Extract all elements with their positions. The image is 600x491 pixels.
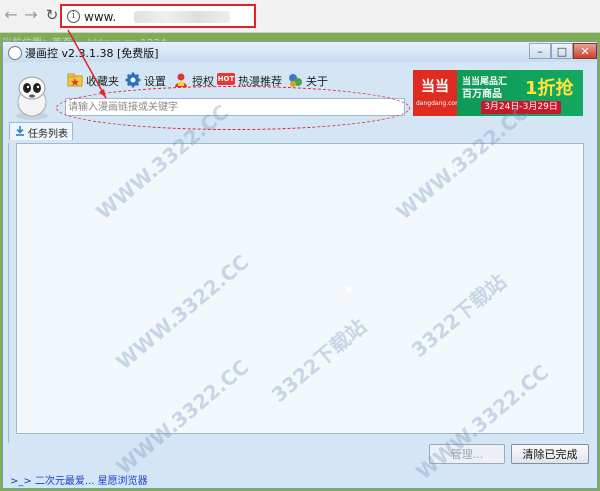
- search-field[interactable]: [65, 98, 405, 116]
- address-text: www.: [84, 10, 117, 24]
- about-label: 关于: [306, 75, 328, 88]
- ad-logo-text: dangdang.com: [416, 100, 461, 107]
- close-button[interactable]: ✕: [573, 43, 597, 59]
- manage-button[interactable]: 管理...: [429, 444, 505, 464]
- promo-link[interactable]: >_> 二次元最爱... 星愿浏览器: [10, 472, 148, 487]
- ad-line2: 百万商品: [462, 89, 502, 100]
- info-icon[interactable]: i: [67, 10, 80, 23]
- favorites-label: 收藏夹: [86, 75, 119, 88]
- folder-star-icon: [67, 73, 83, 87]
- title-bar[interactable]: 漫画控 v2.3.1.38 [免费版] – □ ✕: [3, 42, 597, 62]
- ad-promo: 当当尾品汇 百万商品 1折抢 3月24日-3月29日: [457, 70, 583, 116]
- ad-logo: 当当 dangdang.com: [413, 70, 461, 116]
- address-bar[interactable]: i www.: [60, 4, 256, 28]
- task-list-panel[interactable]: [16, 143, 584, 434]
- vip-user-icon: [175, 73, 187, 87]
- clear-completed-button[interactable]: 清除已完成: [511, 444, 589, 464]
- tab-task-list[interactable]: 任务列表: [9, 122, 73, 140]
- ad-banner[interactable]: 当当 dangdang.com 当当尾品汇 百万商品 1折抢 3月24日-3月2…: [413, 70, 583, 116]
- mascot-logo-icon: [16, 76, 48, 120]
- browser-toolbar: ← → ↻ i www.: [0, 0, 600, 33]
- address-blurred-region: [134, 11, 230, 23]
- license-label: 授权: [192, 75, 214, 88]
- tab-task-list-label: 任务列表: [28, 129, 68, 140]
- hot-badge-icon: HOT: [217, 73, 235, 85]
- hot-comics-label: 热漫推荐: [238, 75, 282, 88]
- settings-button[interactable]: 设置: [125, 70, 171, 90]
- ad-big-text: 1折抢: [525, 78, 574, 99]
- about-icon: [289, 74, 302, 87]
- reload-icon[interactable]: ↻: [43, 6, 61, 24]
- window-title: 漫画控 v2.3.1.38 [免费版]: [25, 47, 159, 60]
- license-button[interactable]: 授权: [173, 70, 219, 90]
- forward-arrow-icon[interactable]: →: [22, 6, 40, 24]
- favorites-button[interactable]: 收藏夹: [67, 70, 125, 90]
- download-icon: [16, 126, 24, 136]
- gear-icon: [125, 72, 141, 88]
- ad-logo-mark: 当当: [421, 79, 449, 95]
- loading-indicator: [346, 286, 352, 292]
- hot-comics-button[interactable]: HOT 热漫推荐: [217, 70, 283, 90]
- ad-dates: 3月24日-3月29日: [481, 101, 561, 114]
- app-icon: [8, 46, 22, 60]
- minimize-button[interactable]: –: [529, 43, 551, 59]
- maximize-button[interactable]: □: [551, 43, 573, 59]
- about-button[interactable]: 关于: [287, 70, 331, 90]
- app-window: 漫画控 v2.3.1.38 [免费版] – □ ✕ 收藏夹 设置 授权 HOT …: [2, 41, 598, 489]
- panel-border: [8, 143, 9, 443]
- search-input[interactable]: [68, 99, 398, 115]
- settings-label: 设置: [144, 75, 166, 88]
- back-arrow-icon[interactable]: ←: [2, 6, 20, 24]
